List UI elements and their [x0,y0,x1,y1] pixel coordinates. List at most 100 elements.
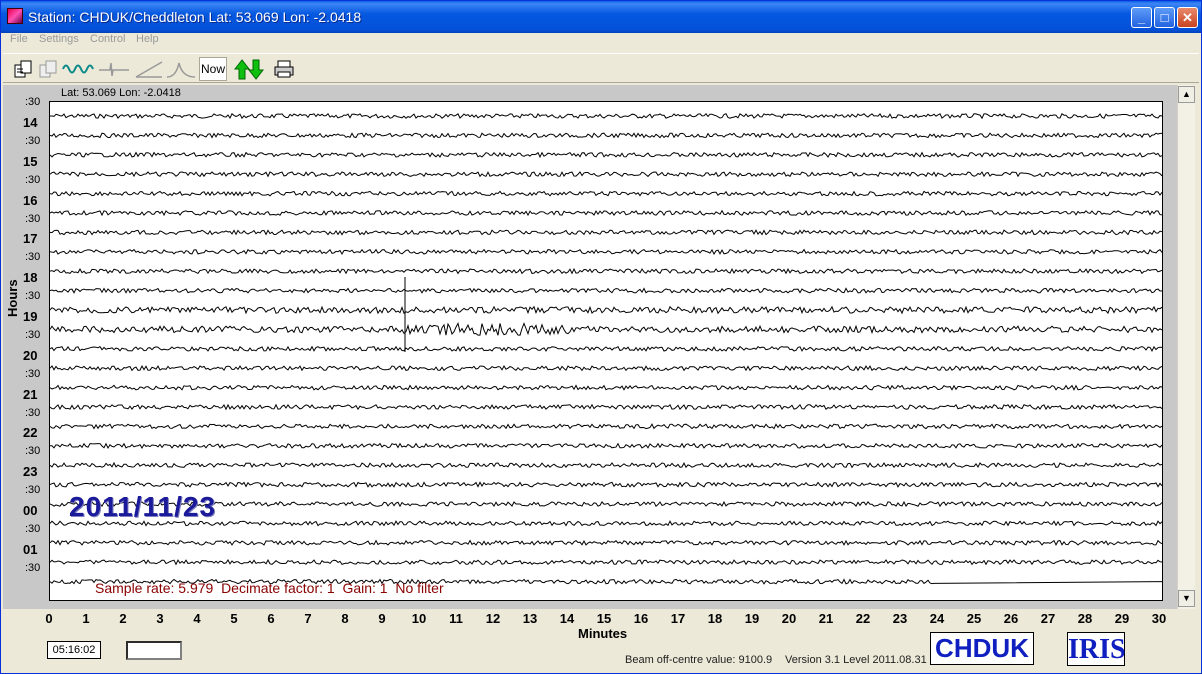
x-tick-23: 23 [892,611,908,626]
half-hour-label: :30 [25,523,41,535]
minimize-button[interactable]: _ [1131,7,1152,28]
trace-line [50,113,1163,120]
ramp-icon [135,61,163,78]
half-hour-label: :30 [25,251,41,264]
half-hour-label: :30 [25,173,41,186]
hour-label-22: 22 [23,425,38,441]
up-down-button[interactable] [231,57,267,81]
trace-line [49,209,1163,217]
trace-line [49,248,1163,256]
menu-help[interactable]: Help [136,33,159,45]
x-tick-22: 22 [855,611,871,626]
hour-label-20: 20 [23,347,38,363]
trace-line [49,559,1163,566]
trace-line [49,500,1163,508]
trace-line [49,287,1163,294]
hour-label-14: 14 [23,115,38,130]
trace-line [49,384,1163,391]
x-tick-17: 17 [670,611,686,626]
vertical-scrollbar[interactable]: ▲ ▼ [1177,85,1195,609]
menu-settings[interactable]: Settings [39,33,79,45]
chevron-down-icon: ▼ [1182,593,1191,603]
menu-file[interactable]: File [10,33,28,45]
trace-line [49,305,1163,315]
seismogram-plot[interactable] [49,101,1163,601]
version-text: Version 3.1 Level 2011.08.31 [785,654,927,666]
scroll-up-button[interactable]: ▲ [1178,86,1195,103]
waveform-icon [62,64,94,74]
half-hour-label: :30 [25,135,41,147]
waveform-button[interactable] [61,57,95,81]
x-tick-5: 5 [230,611,238,626]
x-tick-14: 14 [559,611,575,626]
half-hour-label: :30 [25,212,41,225]
info-line: Sample rate: 5.979 Decimate factor: 1 Ga… [95,580,444,596]
trace-line [49,345,1163,352]
seismic-traces [49,113,1163,585]
toolbar: Now [3,53,1199,83]
seismogram-area [3,85,1177,609]
copy-button[interactable] [36,57,60,81]
yaxis-title: Hours [5,279,20,317]
x-tick-0: 0 [45,611,53,626]
x-tick-1: 1 [82,611,90,626]
x-tick-24: 24 [929,611,945,626]
copy-icon [39,60,57,78]
half-hour-label: :30 [25,96,41,108]
hour-label-23: 23 [23,464,38,480]
trace-line [50,442,1163,450]
x-tick-4: 4 [193,611,201,626]
app-icon [7,8,23,24]
export-icon [14,60,32,78]
blank-field[interactable] [126,641,182,660]
trace-line [49,364,1163,372]
half-hour-label: :30 [25,367,41,380]
x-tick-12: 12 [485,611,501,626]
close-icon: ✕ [1182,10,1193,25]
maximize-icon: □ [1160,10,1169,25]
trace-line [49,481,1163,488]
title-bar[interactable]: Station: CHDUK/Cheddleton Lat: 53.069 Lo… [1,1,1201,33]
trace-line [49,229,1163,236]
ramp-button[interactable] [133,57,165,81]
half-hour-label: :30 [25,561,41,574]
export-button[interactable] [11,57,35,81]
x-tick-7: 7 [304,611,312,626]
window-title: Station: CHDUK/Cheddleton Lat: 53.069 Lo… [28,9,362,25]
menu-control[interactable]: Control [90,33,125,45]
print-button[interactable] [271,57,297,81]
maximize-button[interactable]: □ [1154,7,1175,28]
hour-label-01: 01 [23,541,38,557]
up-down-arrows-icon [233,59,265,80]
trace-line [49,322,1163,336]
trace-line [49,267,1163,275]
hour-label-19: 19 [23,309,38,324]
trace-line [49,461,1163,469]
latlon-label: Lat: 53.069 Lon: -2.0418 [59,87,183,99]
x-tick-21: 21 [818,611,834,626]
pulse-button[interactable] [97,57,131,81]
x-tick-19: 19 [744,611,760,626]
x-tick-2: 2 [119,611,127,626]
bell-curve-button[interactable] [165,57,197,81]
menu-bar: File Settings Control Help [3,33,1199,53]
x-tick-15: 15 [596,611,612,626]
iris-logo: IRIS [1067,632,1126,666]
close-button[interactable]: ✕ [1177,7,1198,28]
x-tick-30: 30 [1151,611,1167,626]
half-hour-label: :30 [25,484,41,497]
scroll-down-button[interactable]: ▼ [1178,590,1195,607]
x-tick-9: 9 [378,611,386,626]
hour-label-00: 00 [23,503,38,518]
x-tick-18: 18 [707,611,723,626]
x-tick-28: 28 [1077,611,1093,626]
station-logo: CHDUK [930,632,1034,665]
hour-label-16: 16 [23,192,38,208]
beam-value: Beam off-centre value: 9100.9 [625,654,773,666]
hour-label-21: 21 [23,386,38,402]
now-button[interactable]: Now [199,57,227,81]
time-display: 05:16:02 [47,641,101,659]
bell-curve-icon [166,62,196,78]
x-tick-26: 26 [1003,611,1019,626]
x-tick-8: 8 [341,611,349,626]
